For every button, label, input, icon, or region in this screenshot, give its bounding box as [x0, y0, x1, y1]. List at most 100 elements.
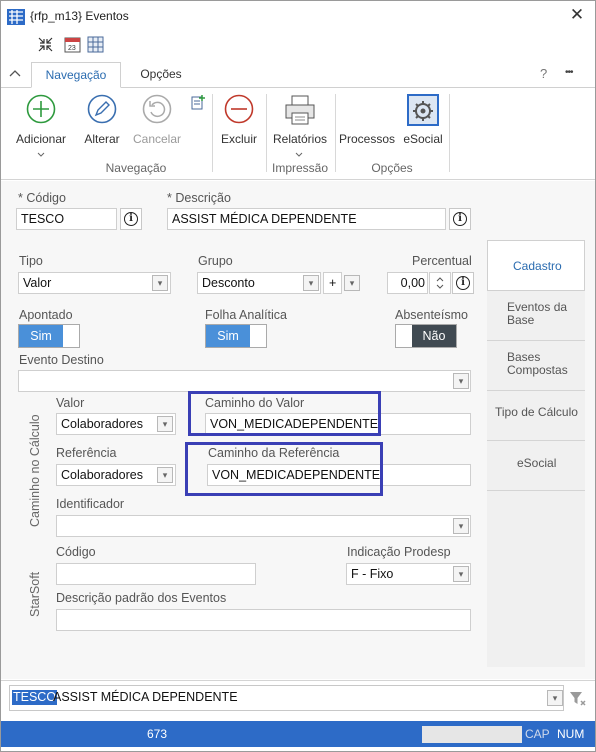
- record-description: ASSIST MÉDICA DEPENDENTE: [53, 690, 238, 704]
- group-label-navegacao: Navegação: [105, 161, 167, 175]
- absenteismo-toggle[interactable]: Não: [395, 324, 457, 348]
- excluir-label: Excluir: [220, 132, 257, 146]
- ribbon-separator: [335, 94, 336, 172]
- caps-indicator: CAP: [525, 727, 550, 741]
- info-icon: i: [453, 212, 467, 226]
- codigo-field[interactable]: TESCO: [16, 208, 117, 230]
- folha-label: Folha Analítica: [205, 308, 287, 322]
- tab-navegacao[interactable]: Navegação: [31, 62, 121, 88]
- relatorios-button[interactable]: Relatórios: [269, 92, 331, 152]
- descricao-padrao-field[interactable]: [56, 609, 471, 631]
- chevron-down-icon[interactable]: [37, 152, 45, 158]
- chevron-down-icon[interactable]: ▾: [344, 275, 360, 291]
- calendar-icon[interactable]: 23: [64, 36, 81, 53]
- folha-toggle[interactable]: Sim: [205, 324, 267, 348]
- indicacao-label: Indicação Prodesp: [347, 545, 451, 559]
- chevron-down-icon[interactable]: ▾: [547, 690, 563, 706]
- tipo-label: Tipo: [19, 254, 43, 268]
- chevron-up-icon[interactable]: [9, 69, 21, 77]
- processos-label: Processos: [338, 132, 396, 146]
- highlight-caminho-ref: [185, 442, 383, 496]
- toggle-knob: [250, 325, 266, 347]
- tab-opcoes[interactable]: Opções: [130, 62, 192, 88]
- apontado-value: Sim: [19, 325, 63, 347]
- identificador-select[interactable]: [56, 515, 471, 537]
- adicionar-label: Adicionar: [15, 132, 67, 146]
- descricao-field[interactable]: ASSIST MÉDICA DEPENDENTE: [167, 208, 446, 230]
- grid-icon[interactable]: [87, 36, 104, 53]
- filter-icon[interactable]: [569, 690, 587, 707]
- app-logo-icon: [7, 9, 25, 25]
- alterar-button[interactable]: Alterar: [75, 92, 129, 152]
- percentual-spinner[interactable]: [429, 272, 451, 294]
- status-count: 673: [147, 727, 168, 741]
- num-indicator: NUM: [557, 727, 585, 741]
- referencia-label: Referência: [56, 446, 117, 460]
- sidetab-tipo-calculo[interactable]: Tipo de Cálculo: [487, 391, 585, 441]
- toggle-knob: [63, 325, 79, 347]
- percentual-field[interactable]: 0,00: [387, 272, 428, 294]
- chevron-down-icon[interactable]: ▾: [453, 566, 469, 582]
- starsoft-label: StarSoft: [28, 571, 42, 617]
- codigo-info-button[interactable]: i: [120, 208, 142, 230]
- more-icon[interactable]: •••: [565, 67, 573, 78]
- alterar-label: Alterar: [84, 132, 120, 146]
- excluir-button[interactable]: Excluir: [215, 92, 263, 152]
- adicionar-button[interactable]: Adicionar: [12, 92, 70, 152]
- chevron-down-icon[interactable]: ▾: [453, 373, 469, 389]
- calc-section-label: Caminho no Cálculo: [28, 414, 42, 527]
- group-label-opcoes: Opções: [371, 161, 413, 175]
- apontado-label: Apontado: [19, 308, 73, 322]
- chevron-down-icon[interactable]: ▾: [303, 275, 319, 291]
- tipo-select[interactable]: Valor: [18, 272, 171, 294]
- record-code: TESCO: [12, 690, 58, 705]
- plus-icon: [26, 94, 56, 124]
- undo-icon: [142, 94, 172, 124]
- chevron-down-icon[interactable]: ▾: [157, 467, 173, 483]
- close-icon[interactable]: ✕: [567, 5, 587, 25]
- codigo2-field[interactable]: [56, 563, 256, 585]
- collapse-icon[interactable]: [37, 36, 54, 53]
- evento-destino-label: Evento Destino: [19, 353, 104, 367]
- identificador-label: Identificador: [56, 497, 125, 511]
- window-title: {rfp_m13} Eventos: [30, 9, 129, 23]
- absenteismo-label: Absenteísmo: [395, 308, 468, 322]
- chevron-down-icon[interactable]: [295, 152, 303, 158]
- help-icon[interactable]: ?: [540, 66, 547, 81]
- cancelar-button[interactable]: Cancelar: [129, 92, 185, 152]
- group-label-impressao: Impressão: [271, 161, 329, 175]
- percentual-info-button[interactable]: i: [452, 272, 474, 294]
- toggle-knob: [396, 325, 412, 347]
- processos-button[interactable]: Processos: [338, 92, 396, 152]
- minus-icon: [224, 94, 254, 124]
- chevron-down-icon[interactable]: ▾: [157, 416, 173, 432]
- relatorios-label: Relatórios: [272, 132, 328, 146]
- sidetab-cadastro[interactable]: Cadastro: [487, 240, 585, 291]
- sidetab-esocial[interactable]: eSocial: [487, 441, 585, 491]
- sidetab-eventos-base[interactable]: Eventos da Base: [487, 291, 585, 341]
- chevron-down-icon[interactable]: ▾: [152, 275, 168, 291]
- chevron-down-icon[interactable]: ▾: [453, 518, 469, 534]
- evento-destino-select[interactable]: [18, 370, 471, 392]
- ribbon-separator: [266, 94, 267, 172]
- sidetab-bases-compostas[interactable]: Bases Compostas: [487, 341, 585, 391]
- valor-label: Valor: [56, 396, 85, 410]
- esocial-button[interactable]: eSocial: [399, 92, 447, 152]
- ribbon-separator: [212, 94, 213, 172]
- ribbon-separator: [449, 94, 450, 172]
- pencil-icon: [87, 94, 117, 124]
- apontado-toggle[interactable]: Sim: [18, 324, 80, 348]
- esocial-gear-icon: [407, 94, 439, 126]
- info-icon: i: [456, 276, 470, 290]
- descricao-label: * Descrição: [167, 191, 231, 205]
- info-icon: i: [124, 212, 138, 226]
- cancelar-label: Cancelar: [132, 132, 182, 146]
- highlight-caminho-valor: [188, 391, 381, 436]
- svg-text:23: 23: [68, 45, 76, 52]
- grupo-sign[interactable]: +: [323, 272, 342, 294]
- codigo-label: * Código: [18, 191, 66, 205]
- percentual-label: Percentual: [412, 254, 472, 268]
- descricao-info-button[interactable]: i: [449, 208, 471, 230]
- printer-icon: [285, 95, 315, 125]
- copy-add-icon[interactable]: [191, 94, 207, 110]
